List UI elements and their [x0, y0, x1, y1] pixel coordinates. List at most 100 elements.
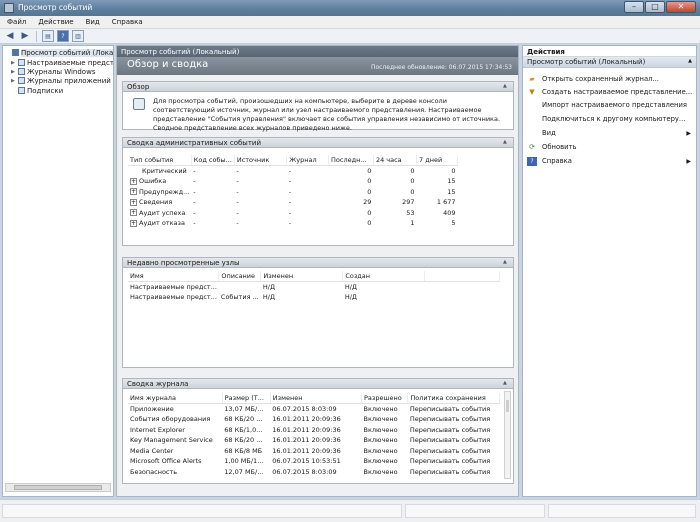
column-header[interactable]: Имя: [128, 271, 220, 282]
tree-item-windows-logs[interactable]: ▶ Журналы Windows: [11, 67, 95, 76]
subscriptions-icon: [18, 87, 25, 94]
action-refresh[interactable]: ⟳ Обновить: [527, 141, 693, 153]
last-update: Последнее обновление: 06.07.2015 17:34:5…: [370, 64, 512, 71]
recent-nodes-table: Имя Описание Изменен Создан Настраиваемы…: [128, 271, 500, 303]
table-header-row: Имя журнала Размер (Т... Изменен Разреше…: [128, 393, 500, 404]
column-header[interactable]: Имя журнала: [128, 393, 223, 404]
submenu-arrow-icon: ▶: [686, 157, 691, 165]
overview-text: Для просмотра событий, произошедших на к…: [153, 97, 501, 132]
column-header[interactable]: Код собы...: [191, 155, 235, 166]
table-row[interactable]: Internet Explorer 68 КБ/1,0... 16.01.201…: [128, 425, 500, 436]
section-title: Сводка административных событий: [127, 139, 261, 147]
column-header[interactable]: 7 дней: [416, 155, 458, 166]
section-title: Обзор: [127, 83, 150, 91]
actions-subheader[interactable]: Просмотр событий (Локальный) ▲: [523, 57, 696, 68]
section-title: Недавно просмотренные узлы: [127, 259, 240, 267]
minimize-button[interactable]: –: [624, 1, 644, 13]
collapse-icon[interactable]: ▲: [503, 380, 510, 387]
forward-icon[interactable]: ▶: [19, 30, 31, 42]
console-tree: Просмотр событий (Локальный) ▶ Настраива…: [2, 45, 114, 497]
maximize-button[interactable]: □: [645, 1, 665, 13]
expand-icon[interactable]: +: [130, 219, 137, 227]
action-view[interactable]: Вид ▶: [527, 127, 693, 139]
table-row[interactable]: + Аудит успеха - - - 0 53 409: [128, 208, 458, 219]
open-folder-icon: ▰: [529, 75, 535, 83]
section-header[interactable]: Сводка журнала ▲: [122, 378, 514, 389]
tree-item-app-logs[interactable]: ▶ Журналы приложений и сл: [11, 76, 113, 85]
toolbar: ◀ ▶ ▤ ? ▥: [0, 29, 700, 44]
back-icon[interactable]: ◀: [4, 30, 16, 42]
column-header[interactable]: Изменен: [270, 393, 363, 404]
expand-icon[interactable]: ▶: [11, 60, 16, 66]
tree-hscrollbar[interactable]: [5, 483, 111, 492]
column-header[interactable]: Описание: [218, 271, 262, 282]
table-row[interactable]: + Предупрежд... - - - 0 0 15: [128, 187, 458, 198]
collapse-icon[interactable]: ▲: [688, 58, 692, 64]
refresh-icon: ⟳: [529, 143, 535, 151]
center-banner: Обзор и сводка Последнее обновление: 06.…: [117, 57, 518, 75]
expand-icon[interactable]: +: [130, 188, 137, 196]
tree-item-subscriptions[interactable]: Подписки: [11, 86, 63, 95]
column-header[interactable]: Разрешено: [361, 393, 409, 404]
actions-pane: Действия Просмотр событий (Локальный) ▲ …: [522, 45, 697, 497]
table-row[interactable]: + Ошибка - - - 0 0 15: [128, 176, 458, 187]
expand-icon[interactable]: ▶: [11, 78, 16, 84]
overview-section: Обзор ▲ Для просмотра событий, произошед…: [122, 81, 514, 132]
section-header[interactable]: Обзор ▲: [122, 81, 514, 92]
table-row[interactable]: События оборудования 68 КБ/20 ... 16.01.…: [128, 414, 500, 425]
collapse-icon[interactable]: ▲: [503, 83, 510, 90]
section-header[interactable]: Недавно просмотренные узлы ▲: [122, 257, 514, 268]
action-open-saved-log[interactable]: ▰ Открыть сохраненный журнал...: [527, 73, 693, 85]
column-header[interactable]: Размер (Т...: [222, 393, 271, 404]
table-row[interactable]: Критический - - - 0 0 0: [128, 166, 458, 177]
actions-title: Действия: [523, 46, 696, 57]
admin-summary-section: Сводка административных событий ▲ Тип со…: [122, 137, 514, 246]
column-header[interactable]: Создан: [342, 271, 426, 282]
section-header[interactable]: Сводка административных событий ▲: [122, 137, 514, 148]
collapse-icon[interactable]: ▲: [503, 259, 510, 266]
column-header[interactable]: Последн...: [328, 155, 374, 166]
event-viewer-icon: [12, 49, 19, 56]
table-row[interactable]: Key Management Service 68 КБ/20 ... 16.0…: [128, 435, 500, 446]
console-tree-icon[interactable]: ▤: [42, 30, 54, 42]
table-row[interactable]: Безопасность 12,07 МБ/... 06.07.2015 8:0…: [128, 467, 500, 478]
expand-icon[interactable]: +: [130, 177, 137, 185]
action-connect-computer[interactable]: Подключиться к другому компьютеру...: [527, 113, 693, 125]
table-row[interactable]: Microsoft Office Alerts 1,00 МБ/1... 06.…: [128, 456, 500, 467]
tree-root[interactable]: Просмотр событий (Локальный): [5, 48, 113, 57]
expand-icon[interactable]: ▶: [11, 69, 16, 75]
table-row[interactable]: + Сведения - - - 29 297 1 677: [128, 197, 458, 208]
title-bar: Просмотр событий – □ ✕: [0, 0, 700, 16]
help-icon[interactable]: ?: [57, 30, 69, 42]
log-summary-section: Сводка журнала ▲ Имя журнала Размер (Т..…: [122, 378, 514, 484]
column-header[interactable]: Тип события: [128, 155, 192, 166]
table-row[interactable]: + Аудит отказа - - - 0 1 5: [128, 218, 458, 229]
table-row[interactable]: Media Center 68 КБ/8 МБ 16.01.2011 20:09…: [128, 446, 500, 457]
column-header[interactable]: Изменен: [260, 271, 344, 282]
center-pane: Просмотр событий (Локальный) Обзор и сво…: [116, 45, 519, 497]
menu-file[interactable]: Файл: [0, 16, 31, 28]
table-row[interactable]: Настраиваемые предст... Н/Д Н/Д: [128, 282, 500, 293]
menu-action[interactable]: Действие: [31, 16, 78, 28]
menu-view[interactable]: Вид: [79, 16, 105, 28]
column-header[interactable]: 24 часа: [373, 155, 418, 166]
menu-help[interactable]: Справка: [105, 16, 148, 28]
action-import-custom-view[interactable]: Импорт настраиваемого представления: [527, 99, 693, 111]
close-button[interactable]: ✕: [666, 1, 696, 13]
column-header[interactable]: Политика сохранения: [407, 393, 500, 404]
column-header[interactable]: Источник: [234, 155, 288, 166]
tree-item-custom-views[interactable]: ▶ Настраиваемые представле: [11, 58, 113, 67]
table-row[interactable]: Приложение 13,07 МБ/... 06.07.2015 8:03:…: [128, 404, 500, 415]
expand-icon[interactable]: +: [130, 198, 137, 206]
log-summary-scrollbar[interactable]: [504, 391, 511, 479]
table-header-row: Тип события Код собы... Источник Журнал …: [128, 155, 458, 166]
action-help[interactable]: ? Справка ▶: [527, 155, 693, 167]
action-create-custom-view[interactable]: ▼ Создать настраиваемое представление...: [527, 86, 693, 98]
table-row[interactable]: Настраиваемые предст... События ... Н/Д …: [128, 292, 500, 303]
action-pane-icon[interactable]: ▥: [72, 30, 84, 42]
recent-nodes-section: Недавно просмотренные узлы ▲ Имя Описани…: [122, 257, 514, 368]
collapse-icon[interactable]: ▲: [503, 139, 510, 146]
expand-icon[interactable]: +: [130, 209, 137, 217]
filter-icon: ▼: [529, 88, 535, 96]
column-header[interactable]: Журнал: [286, 155, 329, 166]
